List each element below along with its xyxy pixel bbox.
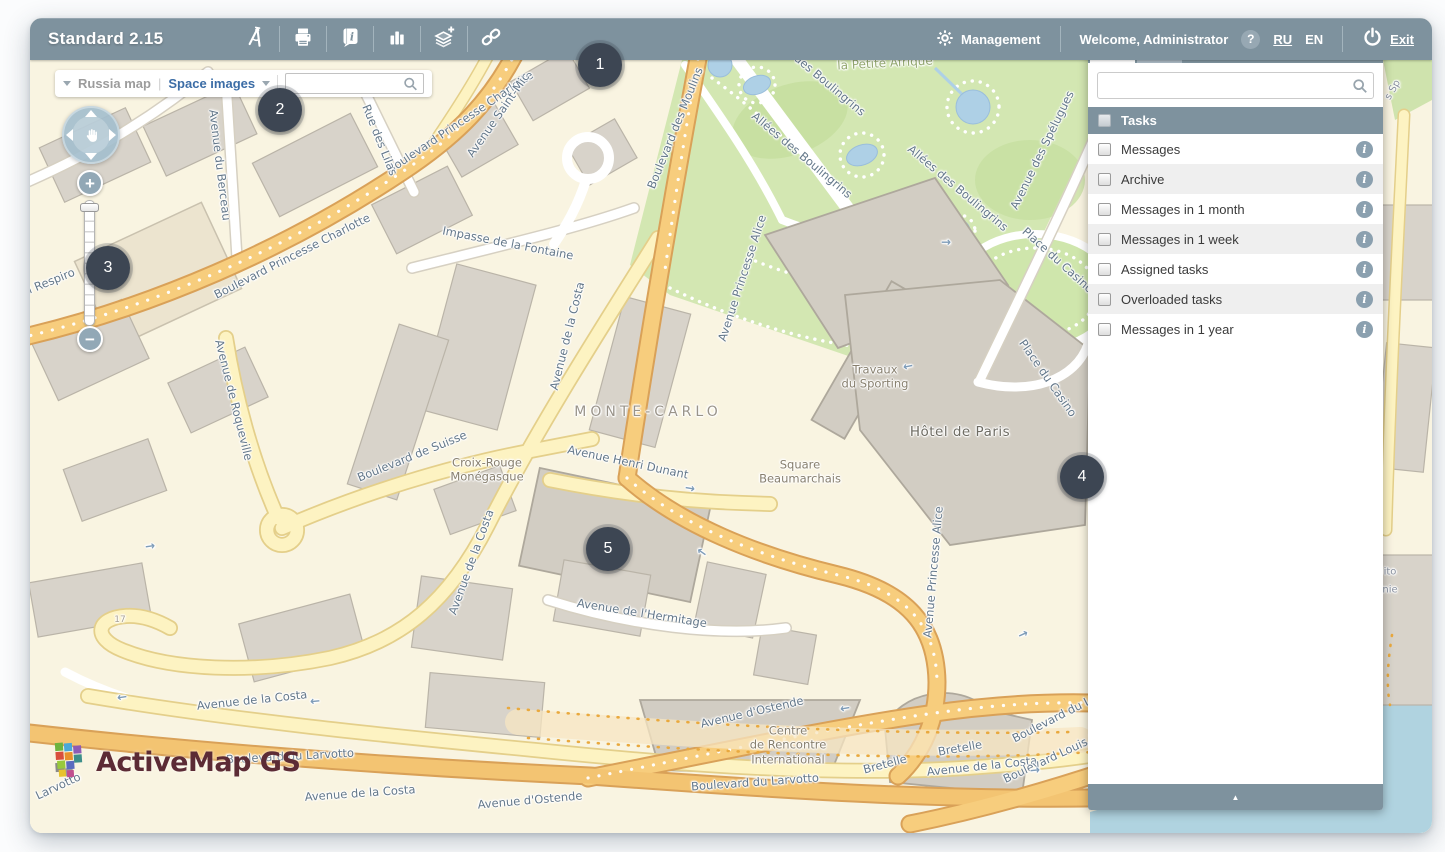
task-checkbox[interactable] [1098,143,1111,156]
toolbar-separator [373,26,374,52]
sidebar-collapse-button[interactable]: ▲ [1088,784,1383,810]
help-button[interactable]: ? [1241,30,1260,49]
search-icon[interactable] [1352,78,1368,94]
chevron-down-icon[interactable] [63,81,71,86]
task-label: Messages [1121,142,1346,157]
exit-button[interactable]: Exit [1362,27,1414,51]
toolbar-separator [467,26,468,52]
collapse-up-icon: ▲ [1232,793,1240,802]
task-row[interactable]: Messages in 1 month i [1088,194,1383,224]
task-label: Overloaded tasks [1121,292,1346,307]
pan-control[interactable] [62,106,120,164]
task-checkbox[interactable] [1098,263,1111,276]
lang-en-link[interactable]: EN [1305,32,1323,47]
task-list: MessagesiArchiveiMessages in 1 monthiMes… [1088,134,1383,344]
sidebar-search-input[interactable] [1097,72,1374,99]
mosaic-logo-icon [52,740,90,785]
info-icon[interactable]: i [1356,291,1373,308]
bar-chart-icon [386,26,408,53]
zoom-out-button[interactable]: − [77,326,103,352]
tasks-sidebar: ? Tasks MessagesiArchiveiMessages in 1 m… [1088,33,1383,810]
task-label: Assigned tasks [1121,262,1346,277]
zoom-in-button[interactable]: + [77,170,103,196]
app-window: Standard 2.15 i [30,18,1432,833]
management-label: Management [961,32,1040,47]
toolbar-separator [1060,26,1061,52]
task-row[interactable]: Archive i [1088,164,1383,194]
pan-right-icon[interactable] [109,129,116,141]
power-icon [1362,27,1383,51]
toolbar-separator [326,26,327,52]
task-label: Messages in 1 month [1121,202,1346,217]
toolbar-separator [279,26,280,52]
info-icon[interactable]: i [1356,171,1373,188]
management-button[interactable]: Management [936,29,1040,50]
activemap-logo: ActiveMap GS [52,740,300,785]
search-icon[interactable] [403,76,418,91]
info-icon[interactable]: i [1356,201,1373,218]
app-title: Standard 2.15 [48,29,163,49]
toolbar-separator [1342,26,1343,52]
toolbar-separator [420,26,421,52]
task-row[interactable]: Overloaded tasks i [1088,284,1383,314]
help-book-button[interactable]: i [329,24,371,54]
group-label: Tasks [1121,113,1157,128]
info-icon[interactable]: i [1356,231,1373,248]
gear-icon [936,29,954,50]
permalink-button[interactable] [470,24,512,54]
toolbar-right: Management Welcome, Administrator ? RU E… [936,26,1414,52]
info-icon[interactable]: i [1356,141,1373,158]
lang-ru-link[interactable]: RU [1273,32,1292,47]
pan-down-icon[interactable] [85,153,97,160]
zoom-slider[interactable] [84,200,95,326]
top-toolbar: Standard 2.15 i [30,18,1432,60]
print-button[interactable] [282,24,324,54]
chevron-down-icon[interactable] [262,81,270,86]
zoom-slider-handle[interactable] [80,203,99,212]
compass-measure-icon [245,26,267,53]
base-layer-option[interactable]: Russia map [78,76,151,91]
active-layer-option[interactable]: Space images [168,76,255,91]
task-checkbox[interactable] [1098,203,1111,216]
layerbar-divider [277,75,278,93]
measure-tool-button[interactable] [235,24,277,54]
info-icon[interactable]: i [1356,261,1373,278]
task-row[interactable]: Assigned tasks i [1088,254,1383,284]
layer-selector-bar: Russia map | Space images [55,70,432,97]
printer-icon [292,26,314,53]
info-icon[interactable]: i [1356,321,1373,338]
svg-text:i: i [350,30,354,43]
task-label: Archive [1121,172,1346,187]
layerbar-separator: | [158,76,161,91]
task-label: Messages in 1 week [1121,232,1346,247]
layers-plus-icon [433,25,456,53]
add-layer-button[interactable] [423,24,465,54]
task-checkbox[interactable] [1098,293,1111,306]
info-book-icon: i [339,26,361,53]
task-label: Messages in 1 year [1121,322,1346,337]
exit-label: Exit [1390,32,1414,47]
task-checkbox[interactable] [1098,173,1111,186]
task-row[interactable]: Messages in 1 year i [1088,314,1383,344]
link-icon [480,26,502,53]
task-row[interactable]: Messages in 1 week i [1088,224,1383,254]
toolbar-tools: i [235,24,512,54]
statistics-button[interactable] [376,24,418,54]
tasks-group-header[interactable]: Tasks [1088,107,1383,134]
task-checkbox[interactable] [1098,233,1111,246]
logo-text: ActiveMap GS [96,747,300,778]
welcome-text: Welcome, Administrator [1080,32,1229,47]
task-checkbox[interactable] [1098,323,1111,336]
hand-icon [72,116,110,154]
task-row[interactable]: Messages i [1088,134,1383,164]
sidebar-search [1097,72,1374,99]
group-checkbox[interactable] [1098,114,1111,127]
